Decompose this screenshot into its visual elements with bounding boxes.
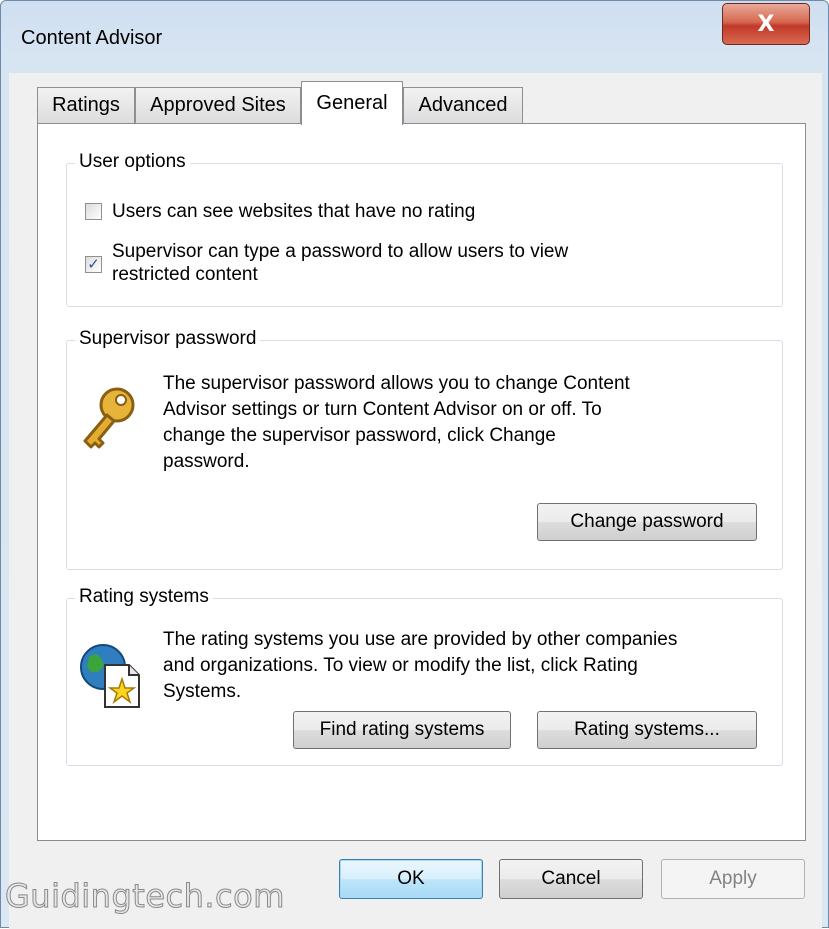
rating-systems-group: Rating systems The rating systems you us… — [66, 586, 783, 766]
title-bar[interactable]: Content Advisor X — [1, 1, 828, 73]
rating-systems-description-line3: Systems. — [163, 681, 242, 702]
supervisor-override-label-line1: Supervisor can type a password to allow … — [112, 241, 569, 262]
supervisor-override-option[interactable]: ✓ Supervisor can type a password to allo… — [85, 240, 568, 286]
supervisor-description-line3: change the supervisor password, click Ch… — [163, 425, 556, 446]
checkmark-icon: ✓ — [87, 256, 100, 273]
dialog-client-area: Ratings Approved Sites General Advanced … — [9, 73, 822, 929]
supervisor-override-label: Supervisor can type a password to allow … — [112, 240, 568, 286]
supervisor-password-title: Supervisor password — [75, 328, 261, 350]
cancel-button[interactable]: Cancel — [499, 859, 643, 899]
supervisor-override-label-line2: restricted content — [112, 264, 258, 285]
supervisor-description-line4: password. — [163, 451, 250, 472]
rating-systems-description: The rating systems you use are provided … — [163, 627, 677, 705]
globe-star-icon — [80, 644, 140, 708]
find-rating-systems-button[interactable]: Find rating systems — [293, 711, 511, 749]
key-icon — [83, 387, 135, 449]
rating-systems-button[interactable]: Rating systems... — [537, 711, 757, 749]
change-password-button[interactable]: Change password — [537, 503, 757, 541]
no-rating-option[interactable]: Users can see websites that have no rati… — [85, 200, 475, 223]
rating-systems-description-line2: and organizations. To view or modify the… — [163, 655, 638, 676]
no-rating-label: Users can see websites that have no rati… — [112, 201, 476, 222]
tab-approved-sites[interactable]: Approved Sites — [135, 87, 301, 123]
rating-systems-title: Rating systems — [75, 586, 213, 608]
no-rating-checkbox[interactable] — [85, 203, 102, 220]
rating-systems-description-line1: The rating systems you use are provided … — [163, 629, 678, 650]
watermark-text: Guidingtech.com — [5, 877, 285, 916]
supervisor-description: The supervisor password allows you to ch… — [163, 371, 630, 475]
tab-ratings[interactable]: Ratings — [37, 87, 135, 123]
supervisor-description-line1: The supervisor password allows you to ch… — [163, 373, 630, 394]
apply-button[interactable]: Apply — [661, 859, 805, 899]
supervisor-password-group: Supervisor password The supervisor passw… — [66, 328, 783, 570]
window-title: Content Advisor — [21, 27, 163, 49]
tab-general[interactable]: General — [301, 81, 403, 125]
tab-advanced[interactable]: Advanced — [403, 87, 523, 123]
user-options-title: User options — [75, 151, 190, 173]
content-advisor-window: Content Advisor X Ratings Approved Sites… — [0, 0, 829, 929]
ok-button[interactable]: OK — [339, 859, 483, 899]
user-options-group: User options Users can see websites that… — [66, 151, 783, 307]
close-icon: X — [757, 11, 775, 37]
supervisor-description-line2: Advisor settings or turn Content Advisor… — [163, 399, 602, 420]
supervisor-override-checkbox[interactable]: ✓ — [85, 256, 102, 273]
close-button[interactable]: X — [722, 3, 810, 45]
general-tab-panel: User options Users can see websites that… — [37, 123, 806, 841]
